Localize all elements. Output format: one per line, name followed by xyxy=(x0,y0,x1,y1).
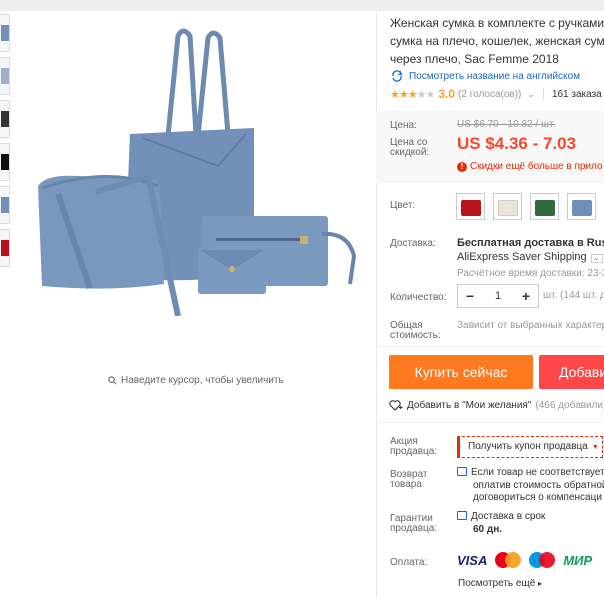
guarantee-info: Доставка в срок 60 дн. xyxy=(457,511,545,536)
color-swatch-blue[interactable] xyxy=(567,193,596,220)
guarantee-label-2: продавца: xyxy=(390,523,438,534)
payment-methods: VISA МИР xyxy=(457,552,592,568)
wishlist-count: (466 добавили) xyxy=(535,399,604,411)
caret-down-icon: ▼ xyxy=(591,444,599,451)
product-title-line-2: сумка на плечо, кошелек, женская сум xyxy=(390,34,604,48)
thumbnail-4[interactable] xyxy=(0,143,10,181)
app-promo-link[interactable]: ! Скидки ещё больше в прило xyxy=(457,161,603,172)
product-main-image[interactable] xyxy=(18,16,368,316)
thumbnail-3[interactable] xyxy=(0,100,10,138)
product-info: Женская сумка в комплекте с ручками сумк… xyxy=(390,14,604,101)
maestro-logo xyxy=(529,552,556,568)
discount-price: US $4.36 - 7.03 xyxy=(457,134,577,153)
translate-title-link[interactable]: Посмотреть название на английском xyxy=(390,70,604,82)
mastercard-logo xyxy=(495,552,522,568)
product-title-line-1: Женская сумка в комплекте с ручками xyxy=(390,16,604,30)
payment-label: Оплата: xyxy=(390,557,428,568)
minus-button[interactable]: − xyxy=(458,288,482,304)
add-to-cart-button[interactable]: Добави xyxy=(539,355,604,389)
quantity-available: шт. (144 шт. д xyxy=(543,290,604,301)
divider xyxy=(376,11,377,598)
color-swatch-red[interactable] xyxy=(456,193,485,220)
zoom-hint-text: Наведите курсор, чтобы увеличить xyxy=(121,375,284,386)
quantity-stepper: − 1 + xyxy=(457,284,539,308)
section-divider xyxy=(376,346,604,347)
buy-now-button[interactable]: Купить сейчас xyxy=(389,355,533,389)
color-swatches xyxy=(456,193,604,220)
see-more-payment-link[interactable]: Посмотреть ещё ▸ xyxy=(458,578,542,589)
total-label-2: стоимость: xyxy=(390,330,441,341)
rating-stars: ★★★★★ xyxy=(390,88,435,101)
zoom-hint: Наведите курсор, чтобы увеличить xyxy=(108,375,284,386)
rating-separator xyxy=(542,88,544,100)
quantity-label: Количество: xyxy=(390,292,447,303)
thumbnail-strip[interactable] xyxy=(0,14,10,272)
translate-link-text: Посмотреть название на английском xyxy=(409,70,580,82)
color-swatch-beige[interactable] xyxy=(493,193,522,220)
returns-line-1: Если товар не соответствует xyxy=(471,467,604,478)
orders-count: 161 заказа xyxy=(551,88,602,100)
old-price: US $6.70 - 10.82 / шт. xyxy=(457,119,556,130)
shipping-method: AliExpress Saver Shipping xyxy=(457,251,587,263)
app-icon: ! xyxy=(457,161,467,172)
returns-line-2: оплатив стоимость обратной xyxy=(473,479,604,491)
seller-promo-label-2: продавца: xyxy=(390,446,438,457)
visa-logo: VISA xyxy=(457,552,488,568)
color-swatch-green[interactable] xyxy=(530,193,559,220)
returns-line-3: договориться о компенсаци xyxy=(473,492,602,503)
thumbnail-2[interactable] xyxy=(0,57,10,95)
shipping-time: Расчётное время доставки: 23-3 xyxy=(457,268,604,279)
coupon-text: Получить купон продавца xyxy=(468,441,588,452)
thumbnail-5[interactable] xyxy=(0,186,10,224)
returns-label-2: товара xyxy=(390,479,422,490)
returns-info: Если товар не соответствует оплатив стои… xyxy=(457,467,604,505)
translate-icon xyxy=(392,70,403,82)
guarantee-line-1: Доставка в срок xyxy=(471,511,546,522)
wishlist-text: Добавить в "Мои желания" xyxy=(407,399,532,411)
magnifier-icon xyxy=(108,376,117,385)
rating-votes-link[interactable]: (2 голоса(ов)) xyxy=(458,89,521,100)
guarantee-line-2: 60 дн. xyxy=(473,523,503,535)
rating-row: ★★★★★ 3.0 (2 голоса(ов)) ⌄ 161 заказа xyxy=(390,87,604,101)
thumbnail-1[interactable] xyxy=(0,14,10,52)
calendar-icon xyxy=(457,511,467,520)
shipping-info[interactable]: Бесплатная доставка в Russian AliExpress… xyxy=(457,236,604,281)
price-label: Цена: xyxy=(390,120,417,131)
top-bar xyxy=(0,0,604,11)
discount-price-label-2: скидкой: xyxy=(390,147,430,158)
chevron-down-icon[interactable]: ⌄ xyxy=(527,89,535,100)
product-title-line-3: через плечо, Sac Femme 2018 xyxy=(390,52,559,66)
see-more-text: Посмотреть ещё xyxy=(458,578,536,589)
chevron-down-icon[interactable]: ⌄ xyxy=(590,254,603,263)
chevron-right-icon: ▸ xyxy=(538,579,543,588)
shipping-label: Доставка: xyxy=(390,238,436,249)
plus-button[interactable]: + xyxy=(514,288,538,304)
seller-coupon-button[interactable]: Получить купон продавца ▼ xyxy=(457,436,603,458)
wishlist-link[interactable]: Добавить в "Мои желания" (466 добавили) xyxy=(389,399,604,411)
thumbnail-6[interactable] xyxy=(0,229,10,267)
heart-plus-icon xyxy=(389,400,403,411)
rating-score: 3.0 xyxy=(438,87,456,101)
color-label: Цвет: xyxy=(390,200,416,211)
app-promo-text: Скидки ещё больше в прило xyxy=(470,161,603,172)
quantity-input[interactable]: 1 xyxy=(482,290,514,302)
total-value: Зависит от выбранных характер xyxy=(457,320,604,331)
return-icon xyxy=(457,467,467,476)
mir-logo: МИР xyxy=(563,552,593,568)
shipping-line-1: Бесплатная доставка в Russian xyxy=(457,237,604,249)
section-divider xyxy=(376,422,604,423)
